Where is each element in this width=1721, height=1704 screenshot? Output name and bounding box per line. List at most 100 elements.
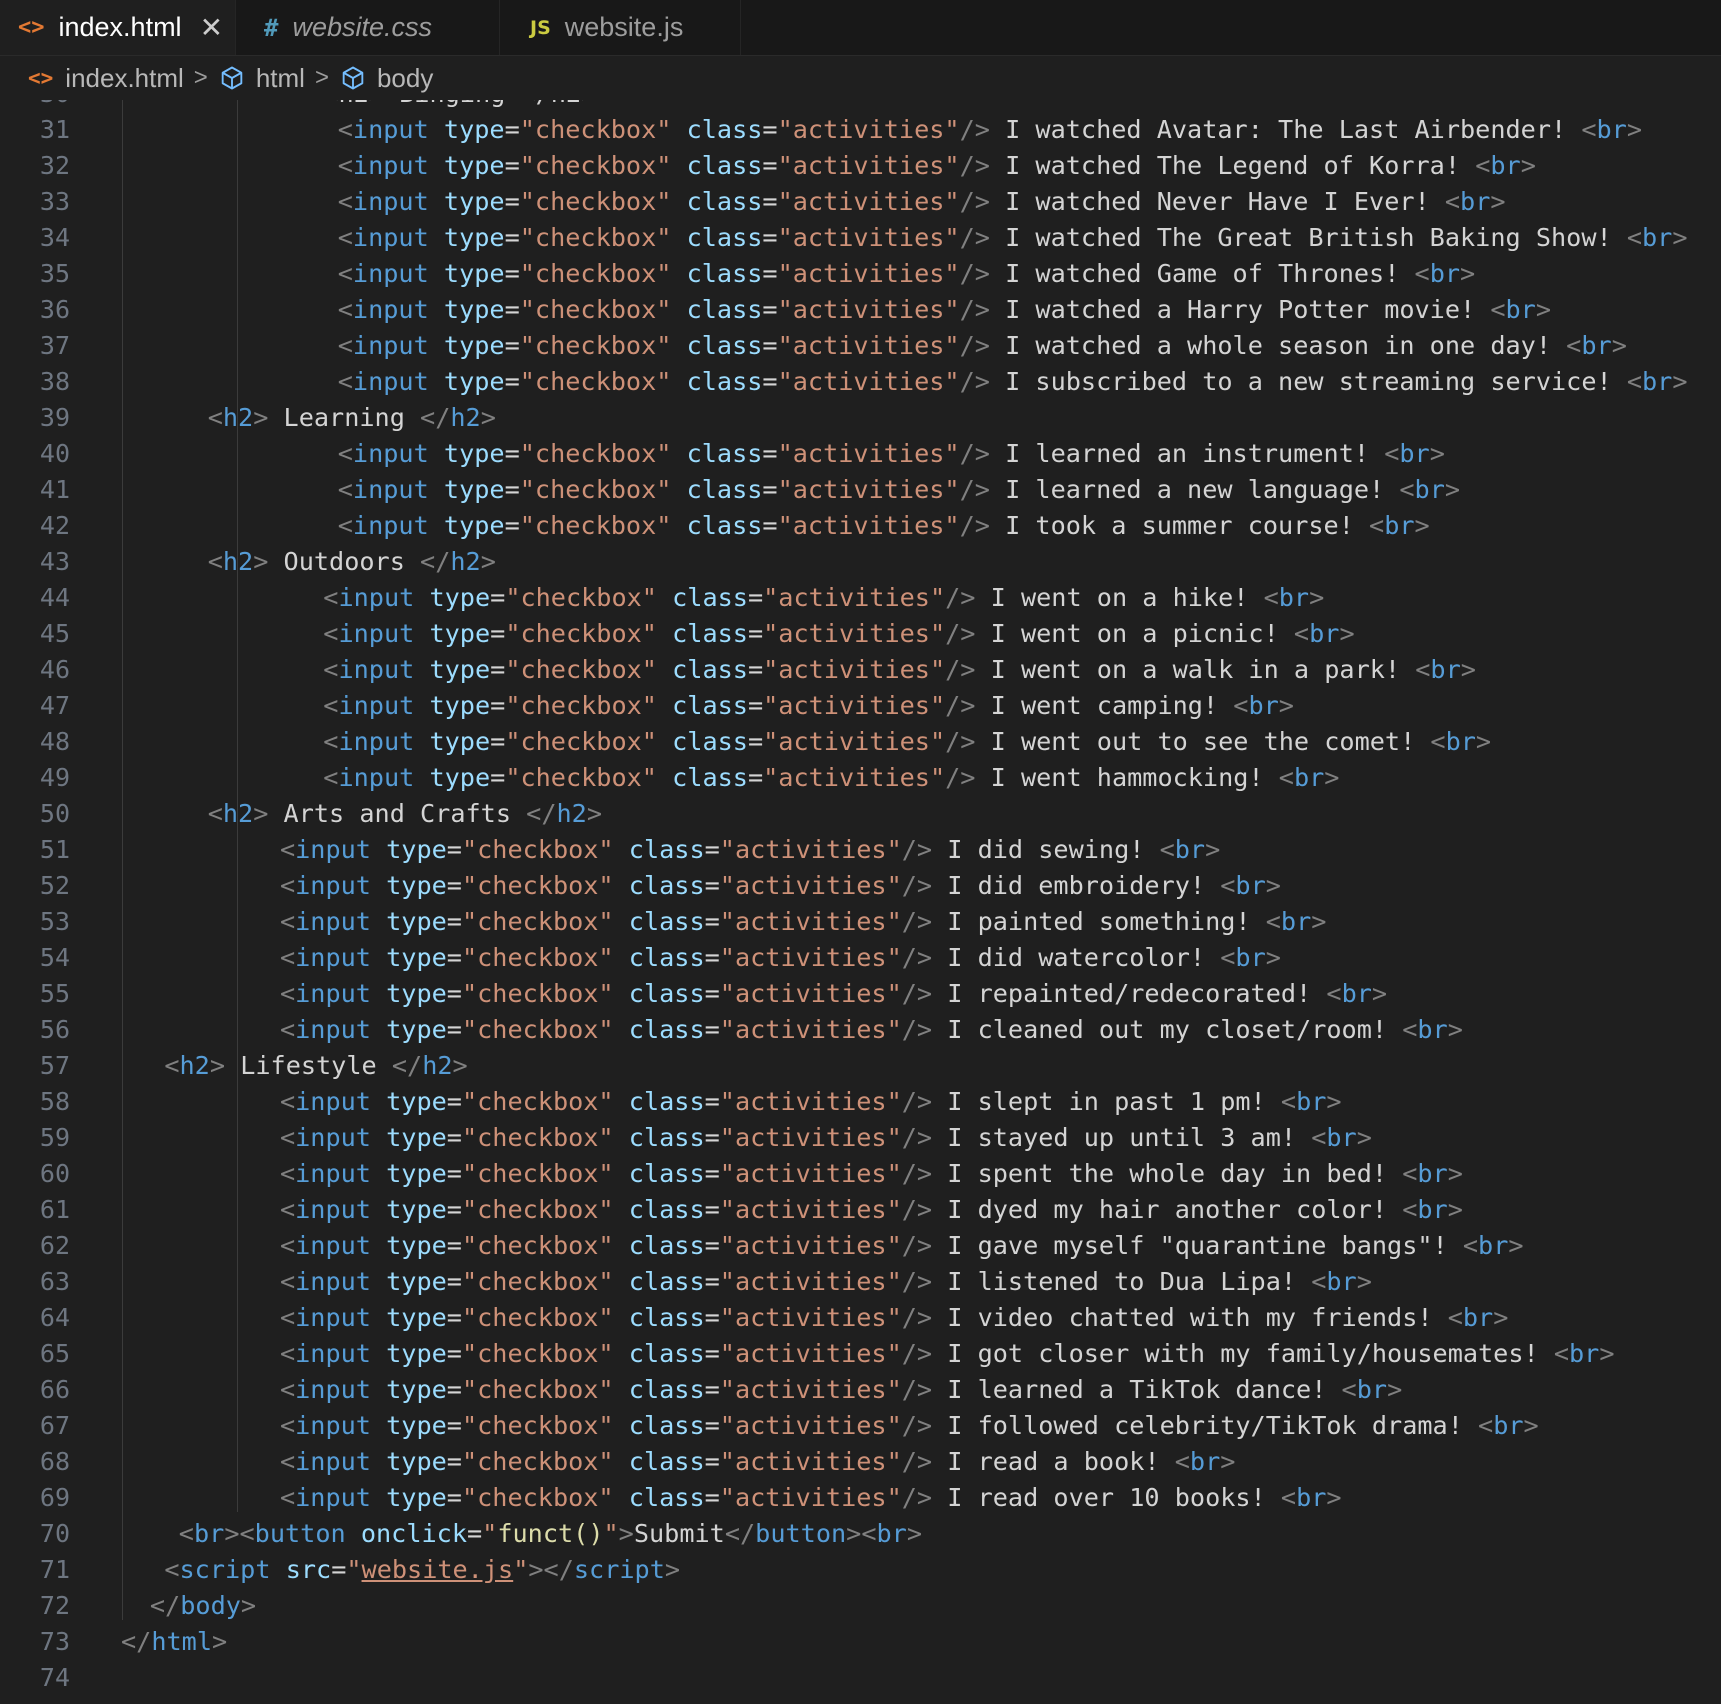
code-line[interactable]: 30 <h2> Binging </h2> (0, 100, 1721, 112)
line-number: 40 (39, 439, 70, 468)
line-number: 36 (39, 295, 70, 324)
code-line[interactable]: 61 <input type="checkbox" class="activiti… (0, 1192, 1721, 1228)
code-line[interactable]: 46 <input type="checkbox" class="activiti… (0, 652, 1721, 688)
code-content: </html> (121, 1627, 228, 1656)
checkbox-label-text: I video chatted with my friends! (932, 1303, 1448, 1332)
code-content: <input type="checkbox" class="activities… (337, 223, 1688, 252)
tab-website-js[interactable]: JS website.js (500, 0, 741, 55)
code-line[interactable]: 64 <input type="checkbox" class="activiti… (0, 1300, 1721, 1336)
code-line[interactable]: 57 <h2> Lifestyle </h2> (0, 1048, 1721, 1084)
code-content: <input type="checkbox" class="activities… (279, 1339, 1615, 1368)
breadcrumb-item-body[interactable]: body (339, 63, 433, 94)
code-line[interactable]: 36 <input type="checkbox" class="activiti… (0, 292, 1721, 328)
code-line[interactable]: 53 <input type="checkbox" class="activiti… (0, 904, 1721, 940)
code-line[interactable]: 50 <h2> Arts and Crafts </h2> (0, 796, 1721, 832)
chevron-right-icon: > (193, 64, 208, 91)
checkbox-label-text: I spent the whole day in bed! (932, 1159, 1403, 1188)
code-line[interactable]: 60 <input type="checkbox" class="activiti… (0, 1156, 1721, 1192)
code-line[interactable]: 49 <input type="checkbox" class="activiti… (0, 760, 1721, 796)
code-line[interactable]: 39 <h2> Learning </h2> (0, 400, 1721, 436)
code-line[interactable]: 54 <input type="checkbox" class="activiti… (0, 940, 1721, 976)
close-icon[interactable]: ✕ (200, 13, 223, 42)
code-line[interactable]: 62 <input type="checkbox" class="activiti… (0, 1228, 1721, 1264)
code-line[interactable]: 72 </body> (0, 1588, 1721, 1624)
code-content: <input type="checkbox" class="activities… (337, 475, 1461, 504)
checkbox-label-text: I stayed up until 3 am! (932, 1123, 1312, 1152)
code-content: <input type="checkbox" class="activities… (337, 331, 1627, 360)
code-line[interactable]: 37 <input type="checkbox" class="activiti… (0, 328, 1721, 364)
tab-website-css[interactable]: # website.css (236, 0, 500, 55)
tab-label: website.css (292, 12, 433, 42)
tab-label: index.html (58, 12, 182, 42)
code-line[interactable]: 44 <input type="checkbox" class="activiti… (0, 580, 1721, 616)
breadcrumb-item-file[interactable]: <> index.html (28, 63, 184, 94)
checkbox-label-text: I dyed my hair another color! (932, 1195, 1403, 1224)
code-line[interactable]: 45 <input type="checkbox" class="activiti… (0, 616, 1721, 652)
breadcrumb: <> index.html > html > body (0, 56, 1721, 100)
code-content: <h2> Outdoors </h2> (207, 547, 496, 576)
code-content: <input type="checkbox" class="activities… (279, 1483, 1342, 1512)
code-line[interactable]: 38 <input type="checkbox" class="activiti… (0, 364, 1721, 400)
checkbox-label-text: I subscribed to a new streaming service! (989, 367, 1627, 396)
code-line[interactable]: 32 <input type="checkbox" class="activiti… (0, 148, 1721, 184)
line-number: 35 (39, 259, 70, 288)
code-line[interactable]: 43 <h2> Outdoors </h2> (0, 544, 1721, 580)
code-line[interactable]: 35 <input type="checkbox" class="activiti… (0, 256, 1721, 292)
line-number: 60 (39, 1159, 70, 1188)
code-line[interactable]: 34 <input type="checkbox" class="activiti… (0, 220, 1721, 256)
html-file-icon: <> (18, 15, 45, 40)
code-line[interactable]: 71 <script src="website.js"></script> (0, 1552, 1721, 1588)
checkbox-label-text: I went out to see the comet! (975, 727, 1431, 756)
code-content: <input type="checkbox" class="activities… (323, 583, 1325, 612)
checkbox-label-text: I did sewing! (932, 835, 1160, 864)
code-line[interactable]: 51 <input type="checkbox" class="activiti… (0, 832, 1721, 868)
line-number: 66 (39, 1375, 70, 1404)
checkbox-label-text: I went on a hike! (975, 583, 1264, 612)
checkbox-label-text: I went camping! (975, 691, 1234, 720)
code-line[interactable]: 56 <input type="checkbox" class="activiti… (0, 1012, 1721, 1048)
code-line[interactable]: 74 (0, 1660, 1721, 1696)
line-number: 48 (39, 727, 70, 756)
code-editor[interactable]: 30 <h2> Binging </h2> 31 <input type="check… (0, 100, 1721, 1704)
line-number: 56 (39, 1015, 70, 1044)
code-line[interactable]: 42 <input type="checkbox" class="activiti… (0, 508, 1721, 544)
code-line[interactable]: 41 <input type="checkbox" class="activiti… (0, 472, 1721, 508)
code-content: <input type="checkbox" class="activities… (323, 655, 1476, 684)
checkbox-label-text: I watched The Legend of Korra! (989, 151, 1476, 180)
code-line[interactable]: 58 <input type="checkbox" class="activiti… (0, 1084, 1721, 1120)
code-line[interactable]: 31 <input type="checkbox" class="activiti… (0, 112, 1721, 148)
line-number: 44 (39, 583, 70, 612)
code-content: <h2> Learning </h2> (207, 403, 496, 432)
html-file-icon: <> (28, 66, 54, 90)
code-line[interactable]: 33 <input type="checkbox" class="activiti… (0, 184, 1721, 220)
checkbox-label-text: I learned a TikTok dance! (932, 1375, 1342, 1404)
code-content: <input type="checkbox" class="activities… (279, 1447, 1236, 1476)
code-content: <input type="checkbox" class="activities… (279, 1123, 1372, 1152)
code-line[interactable]: 55 <input type="checkbox" class="activiti… (0, 976, 1721, 1012)
tab-index-html[interactable]: <> index.html ✕ (0, 0, 236, 55)
code-line[interactable]: 73 </html> (0, 1624, 1721, 1660)
line-number: 30 (0, 100, 70, 112)
code-line[interactable]: 52 <input type="checkbox" class="activiti… (0, 868, 1721, 904)
checkbox-label-text: I learned an instrument! (989, 439, 1385, 468)
code-line[interactable]: 70 <br><button onclick="funct()">Submit</… (0, 1516, 1721, 1552)
code-content: <input type="checkbox" class="activities… (337, 187, 1506, 216)
code-line[interactable]: 65 <input type="checkbox" class="activiti… (0, 1336, 1721, 1372)
line-number: 51 (39, 835, 70, 864)
line-number: 74 (39, 1663, 70, 1692)
code-lines: 30 <h2> Binging </h2> 31 <input type="check… (0, 100, 1721, 1696)
breadcrumb-item-html[interactable]: html (218, 63, 305, 94)
code-line[interactable]: 69 <input type="checkbox" class="activiti… (0, 1480, 1721, 1516)
code-line[interactable]: 48 <input type="checkbox" class="activiti… (0, 724, 1721, 760)
code-line[interactable]: 40 <input type="checkbox" class="activiti… (0, 436, 1721, 472)
code-line[interactable]: 47 <input type="checkbox" class="activiti… (0, 688, 1721, 724)
code-line[interactable]: 68 <input type="checkbox" class="activiti… (0, 1444, 1721, 1480)
code-line[interactable]: 67 <input type="checkbox" class="activiti… (0, 1408, 1721, 1444)
line-number: 50 (39, 799, 70, 828)
code-line[interactable]: 59 <input type="checkbox" class="activiti… (0, 1120, 1721, 1156)
editor-tab-bar: <> index.html ✕ # website.css JS website… (0, 0, 1721, 56)
code-line[interactable]: 63 <input type="checkbox" class="activiti… (0, 1264, 1721, 1300)
line-number: 46 (39, 655, 70, 684)
code-line[interactable]: 66 <input type="checkbox" class="activiti… (0, 1372, 1721, 1408)
code-content: <input type="checkbox" class="activities… (337, 115, 1643, 144)
